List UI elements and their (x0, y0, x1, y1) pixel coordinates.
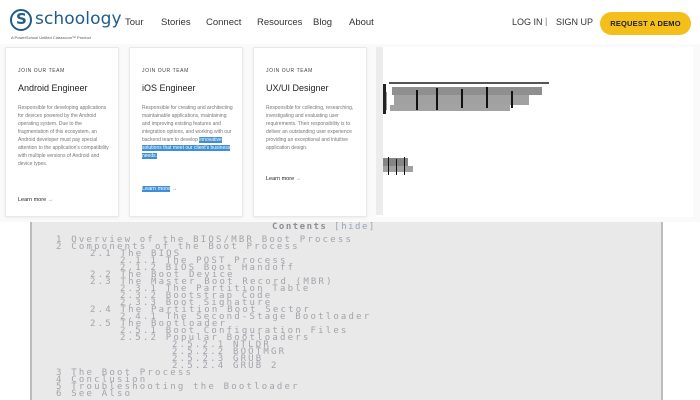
nav-blog[interactable]: Blog (313, 17, 332, 28)
top-navbar: S schoology A PowerSchool Unified Classr… (0, 0, 700, 44)
nav-separator: | (545, 16, 548, 26)
card-title[interactable]: iOS Engineer (142, 83, 196, 93)
job-card-android[interactable]: JOIN OUR TEAM Android Engineer Responsib… (5, 47, 119, 217)
nav-about[interactable]: About (349, 17, 374, 28)
corrupted-image-panel (376, 47, 693, 217)
arrow-right-icon: → (171, 186, 178, 192)
card-description: Responsible for collecting, researching,… (266, 105, 354, 151)
brand-name: schoology (35, 9, 122, 29)
brand-subtitle: A PowerSchool Unified Classroom™ Product (11, 35, 91, 40)
learn-more-label: Learn more (142, 186, 171, 192)
nav-connect[interactable]: Connect (206, 17, 241, 28)
nav-stories[interactable]: Stories (161, 17, 191, 28)
nav-resources[interactable]: Resources (257, 17, 302, 28)
learn-more-link[interactable]: Learn more → (266, 176, 301, 182)
schoology-logo[interactable]: S schoology A PowerSchool Unified Classr… (10, 8, 122, 40)
schoology-s-icon: S (10, 9, 32, 31)
card-description: Responsible for developing applications … (18, 105, 109, 167)
toc-title: Contents [hide] (272, 222, 376, 232)
toc-hide-link[interactable]: [hide] (334, 222, 376, 232)
learn-more-link[interactable]: Learn more → (18, 197, 53, 203)
learn-more-label: Learn more (266, 176, 295, 182)
learn-more-link[interactable]: Learn more → (142, 186, 177, 192)
login-link[interactable]: LOG IN (512, 17, 543, 27)
toc-entry[interactable]: 6 See Also (56, 390, 132, 399)
arrow-right-icon: → (295, 176, 302, 182)
card-title[interactable]: UX/UI Designer (266, 83, 329, 93)
card-tag: JOIN OUR TEAM (266, 68, 313, 74)
glitch-artifact (383, 82, 549, 175)
job-card-uxui[interactable]: JOIN OUR TEAM UX/UI Designer Responsible… (253, 47, 367, 217)
job-card-ios[interactable]: JOIN OUR TEAM iOS Engineer Responsible f… (129, 47, 243, 217)
card-tag: JOIN OUR TEAM (142, 68, 189, 74)
request-demo-button[interactable]: REQUEST A DEMO (600, 12, 691, 35)
signup-link[interactable]: SIGN UP (556, 17, 593, 27)
card-description: Responsible for creating and architectin… (142, 104, 234, 160)
toc-image: Contents [hide] 1 Overview of the BIOS/M… (30, 222, 663, 400)
toc-heading: Contents (272, 222, 328, 232)
learn-more-label: Learn more (18, 197, 47, 203)
careers-dropdown: JOIN OUR TEAM Android Engineer Responsib… (0, 44, 700, 222)
card-tag: JOIN OUR TEAM (18, 68, 65, 74)
arrow-right-icon: → (47, 197, 54, 203)
nav-tour[interactable]: Tour (125, 17, 143, 28)
card-title[interactable]: Android Engineer (18, 83, 88, 93)
